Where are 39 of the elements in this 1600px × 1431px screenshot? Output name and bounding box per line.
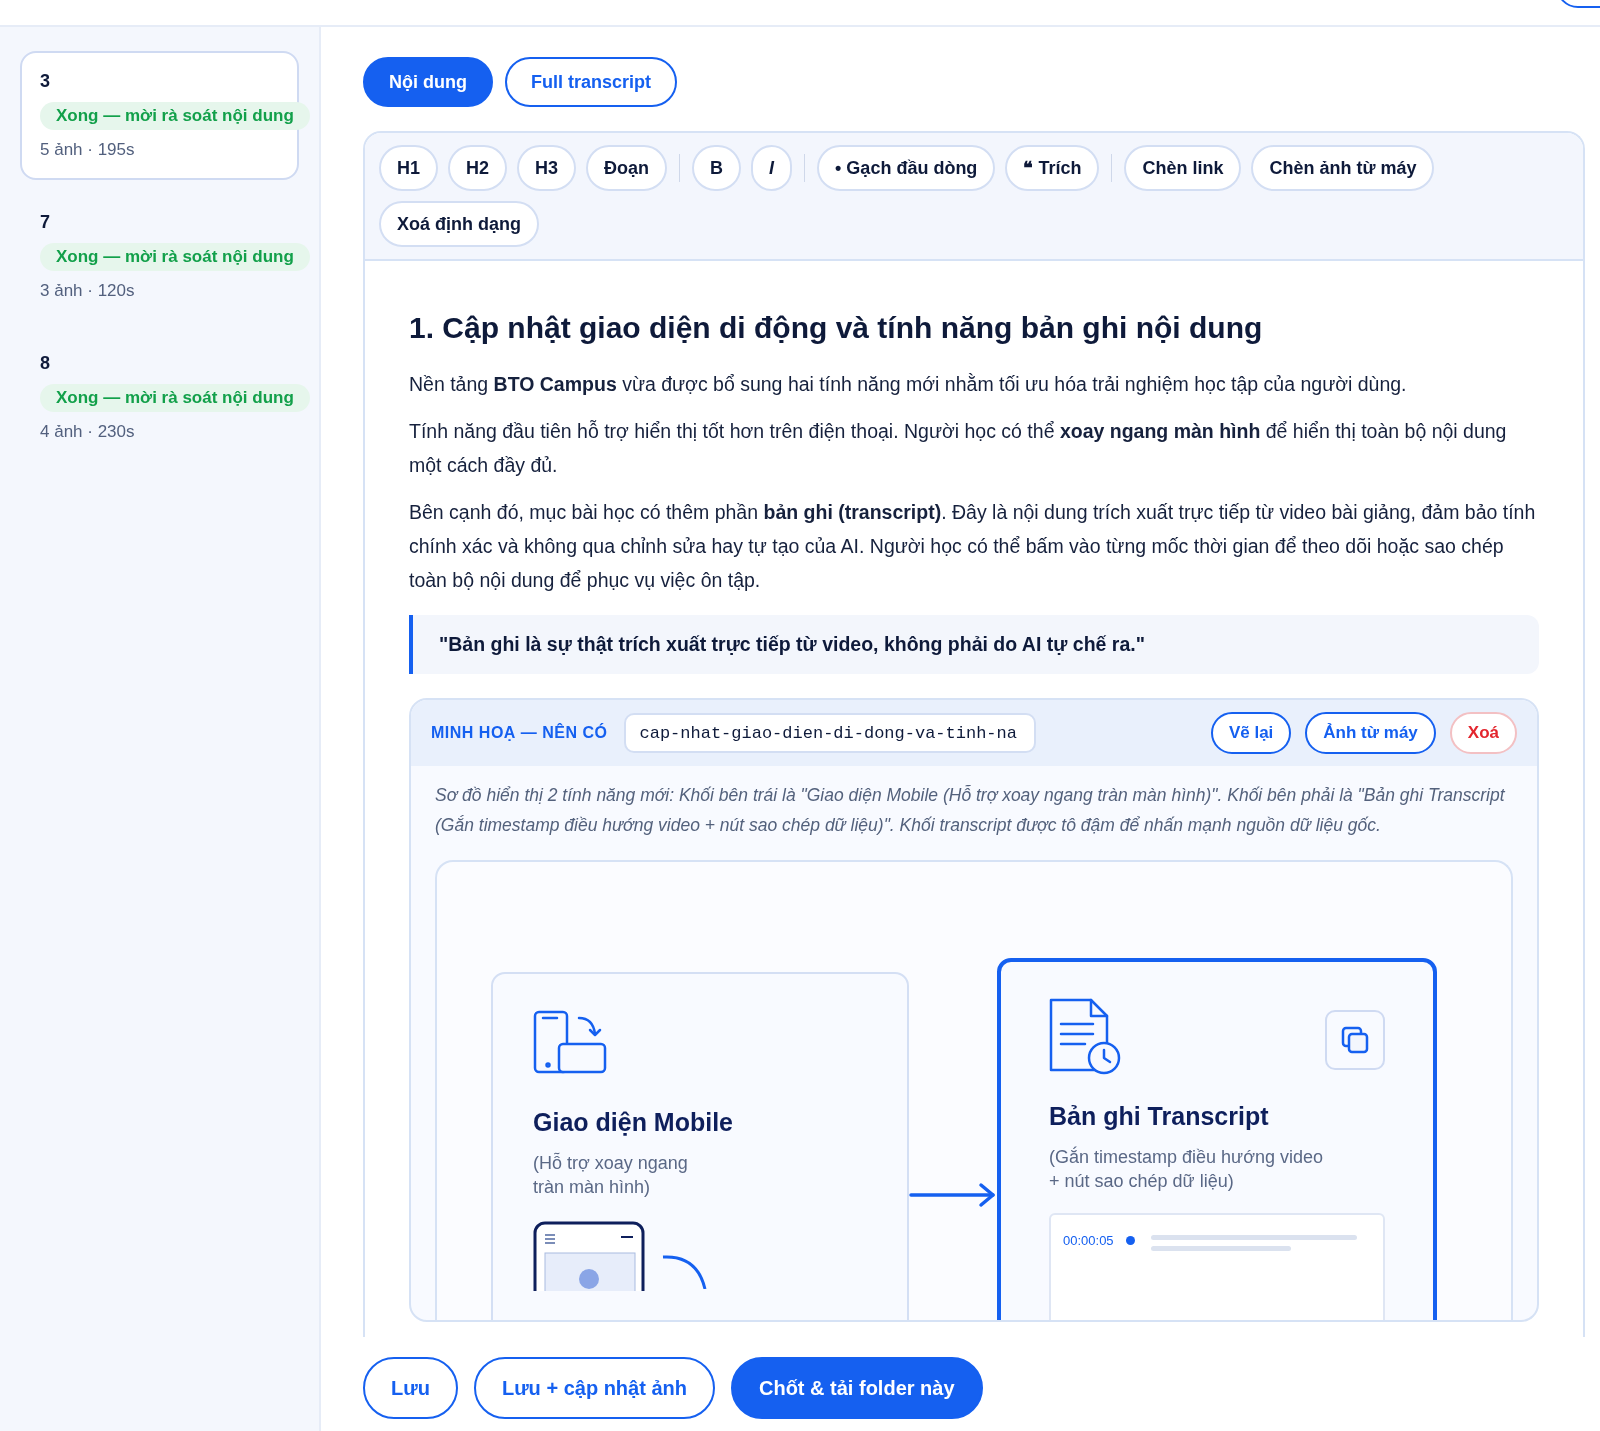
- format-button[interactable]: H2: [448, 145, 508, 191]
- illustration-button[interactable]: Ảnh từ máy: [1305, 712, 1436, 754]
- action-button[interactable]: Chốt & tải folder này: [731, 1357, 983, 1419]
- illustration-button[interactable]: Xoá: [1449, 712, 1517, 754]
- format-button[interactable]: H3: [517, 145, 577, 191]
- paragraph: Nền tảng BTO Campus vừa được bổ sung hai tính năng mới nhằm tối ưu hóa trải nghiệm học tập của người dùng.: [409, 372, 1408, 397]
- blockquote: "Bản ghi là sự thật trích xuất trực tiếp từ video, không phải do AI tự chế ra.": [409, 615, 1539, 674]
- illustration-label: MINH HOẠ — NÊN CÓ: [431, 724, 608, 742]
- tab[interactable]: Nội dung: [363, 57, 493, 107]
- paragraph: Bên cạnh đó, mục bài học có thêm phần bản ghi (transcript). Đây là nội dung trích xuất trực tiếp từ video bài giảng, đảm bảo tính chính xác và không qua chỉnh sửa hay tự tạo của AI. Người học có thể bấm vào từng mốc thời gian để theo dõi hoặc sao chép toàn bộ nội dung để phục vụ việc ôn tập.: [409, 500, 1537, 593]
- format-button[interactable]: ❝ Trích: [1005, 145, 1100, 191]
- diagram-title: Bản ghi Transcript: [1049, 1102, 1270, 1131]
- format-button[interactable]: Xoá định dạng: [379, 201, 539, 247]
- diagram-subtitle: (Gắn timestamp điều hướng video + nút sao chép dữ liệu): [1049, 1145, 1324, 1193]
- illustration-button[interactable]: Vẽ lại: [1210, 712, 1292, 754]
- action-button[interactable]: Lưu + cập nhật ảnh: [473, 1357, 715, 1419]
- format-button[interactable]: B: [692, 145, 742, 191]
- format-button[interactable]: Đoạn: [586, 145, 668, 191]
- format-button[interactable]: H1: [379, 145, 438, 191]
- format-button[interactable]: Chèn ảnh từ máy: [1251, 145, 1435, 191]
- timeline-dot: [1125, 1236, 1135, 1245]
- status-badge: Xong — mời rà soát nội dung: [40, 384, 310, 412]
- format-button[interactable]: I: [751, 145, 793, 191]
- timestamp: 00:00:05: [1063, 1233, 1114, 1248]
- illustration-caption: Sơ đồ hiển thị 2 tính năng mới: Khối bên trái là "Giao diện Mobile (Hỗ trợ xoay ngang tràn màn hình)". Khối bên phải là "Bản ghi Transcript (Gắn timestamp điều hướng video + nút sao chép dữ liệu)". Khối transcript được tô đậm để nhấn mạnh nguồn dữ liệu gốc.: [434, 784, 1506, 837]
- action-button[interactable]: Lưu: [363, 1357, 458, 1419]
- copy-icon: [1325, 1010, 1385, 1070]
- diagram-title: Giao diện Mobile: [533, 1108, 734, 1137]
- status-badge: Xong — mời rà soát nội dung: [40, 102, 310, 130]
- diagram-subtitle: (Hỗ trợ xoay ngang tràn màn hình): [533, 1151, 689, 1199]
- arrow-icon: [909, 1180, 997, 1210]
- format-button[interactable]: Chèn link: [1124, 145, 1242, 191]
- phone-rotate-icon: [533, 1010, 607, 1076]
- status-badge: Xong — mời rà soát nội dung: [40, 243, 310, 271]
- tab[interactable]: Full transcript: [505, 57, 677, 107]
- format-button[interactable]: • Gạch đầu dòng: [817, 145, 996, 191]
- filename-field[interactable]: cap-nhat-giao-dien-di-dong-va-tinh-na: [623, 713, 1036, 753]
- paragraph: Tính năng đầu tiên hỗ trợ hiển thị tốt hơn trên điện thoại. Người học có thể xoay ngang màn hình để hiển thị toàn bộ nội dung một cách đầy đủ.: [409, 419, 1508, 478]
- heading: 1. Cập nhật giao diện di động và tính năng bản ghi nội dung: [409, 311, 1264, 345]
